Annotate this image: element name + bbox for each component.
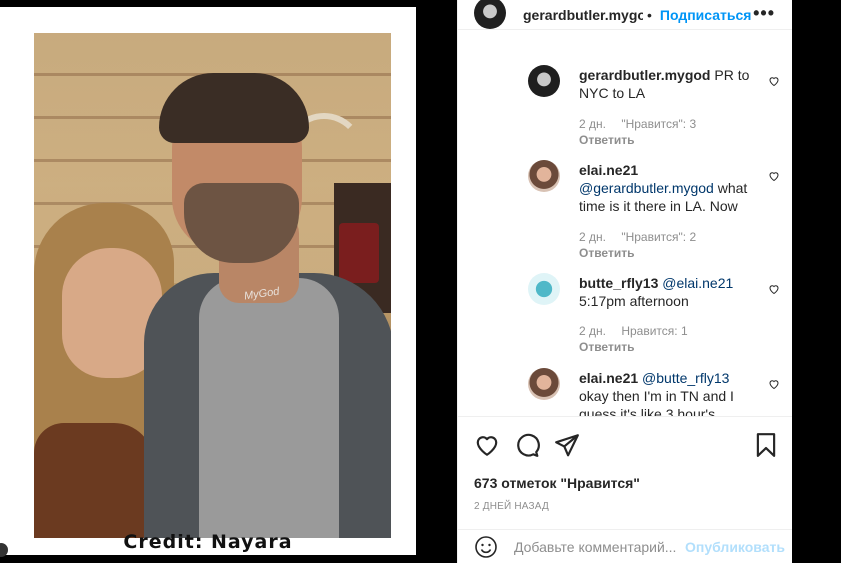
comment-like-heart-icon[interactable] — [768, 283, 780, 295]
comment-username[interactable]: elai.ne21 — [579, 162, 638, 178]
publish-button[interactable]: Опубликовать — [685, 539, 785, 555]
comment-avatar[interactable] — [528, 160, 560, 192]
comment-mention[interactable]: @gerardbutler.mygod — [579, 180, 714, 196]
comment-icon[interactable] — [514, 432, 540, 458]
photo-woman-dress — [34, 423, 154, 538]
photo-man-hair — [159, 73, 309, 143]
modal-backdrop[interactable] — [792, 0, 841, 563]
paper-plane-icon[interactable] — [554, 432, 580, 458]
comment-text: 5:17pm afternoon — [579, 293, 689, 309]
post-media-pane: MyGod Credit: Nayara — [0, 0, 457, 563]
image-credit: Credit: Nayara — [123, 531, 293, 553]
comment-like-count[interactable]: "Нравится": 2 — [621, 230, 696, 244]
header-separator: • — [647, 6, 652, 23]
post-header: gerardbutler.mygod • Подписаться ••• — [458, 0, 793, 30]
post-image-card[interactable]: MyGod Credit: Nayara — [0, 7, 416, 555]
comment-mention[interactable]: @elai.ne21 — [662, 275, 733, 291]
smiley-icon[interactable] — [474, 535, 498, 559]
more-horizontal-icon[interactable]: ••• — [753, 3, 775, 24]
heart-icon[interactable] — [474, 432, 500, 458]
comment-input[interactable] — [514, 539, 682, 555]
comment-like-count[interactable]: Нравится: 1 — [621, 324, 687, 338]
comment-meta: 2 дн. "Нравится": 3 — [579, 117, 708, 131]
comment-age[interactable]: 2 дн. — [579, 324, 606, 338]
comment-like-heart-icon[interactable] — [768, 170, 780, 182]
comment-text-block: elai.ne21 @butte_rfly13 okay then I'm in… — [579, 369, 765, 416]
comment-text-block: elai.ne21 @gerardbutler.mygod what time … — [579, 161, 765, 215]
comments-list[interactable]: gerardbutler.mygod PR to NYC to LA 2 дн.… — [458, 52, 793, 416]
comment-like-heart-icon[interactable] — [768, 75, 780, 87]
post-side-panel: gerardbutler.mygod • Подписаться ••• ger… — [457, 0, 793, 563]
post-actions: 673 отметок "Нравится" 2 ДНЕЙ НАЗАД Опуб… — [458, 416, 793, 563]
author-username[interactable]: gerardbutler.mygod — [523, 7, 643, 23]
comment-reply-button[interactable]: Ответить — [579, 133, 634, 147]
author-avatar[interactable] — [474, 0, 506, 29]
comment-meta: 2 дн. Нравится: 1 — [579, 324, 700, 338]
comment-like-heart-icon[interactable] — [768, 378, 780, 390]
comment-reply-button[interactable]: Ответить — [579, 340, 634, 354]
comment-like-count[interactable]: "Нравится": 3 — [621, 117, 696, 131]
comment-reply-button[interactable]: Ответить — [579, 246, 634, 260]
likes-count[interactable]: 673 отметок "Нравится" — [474, 475, 640, 491]
comment-username[interactable]: gerardbutler.mygod — [579, 67, 710, 83]
post-photo: MyGod — [34, 33, 391, 538]
comment-meta: 2 дн. "Нравится": 2 — [579, 230, 708, 244]
comment-avatar[interactable] — [528, 368, 560, 400]
comment-avatar[interactable] — [528, 65, 560, 97]
comment-age[interactable]: 2 дн. — [579, 117, 606, 131]
comment-username[interactable]: butte_rfly13 — [579, 275, 658, 291]
comment-text-block: butte_rfly13 @elai.ne21 5:17pm afternoon — [579, 274, 765, 310]
comment-mention[interactable]: @butte_rfly13 — [642, 370, 729, 386]
add-comment-row: Опубликовать — [458, 529, 793, 563]
comment-avatar[interactable] — [528, 273, 560, 305]
photo-red-light — [339, 223, 379, 283]
comment-age[interactable]: 2 дн. — [579, 230, 606, 244]
post-timestamp[interactable]: 2 ДНЕЙ НАЗАД — [474, 501, 549, 512]
follow-button[interactable]: Подписаться — [660, 7, 752, 23]
bookmark-icon[interactable] — [753, 432, 779, 458]
instagram-post-modal: MyGod Credit: Nayara gerardbutler.mygod … — [0, 0, 841, 563]
comment-username[interactable]: elai.ne21 — [579, 370, 638, 386]
photo-man-shirt — [199, 278, 339, 538]
comment-text: okay then I'm in TN and I guess it's lik… — [579, 388, 734, 416]
comment-text-block: gerardbutler.mygod PR to NYC to LA — [579, 66, 765, 102]
